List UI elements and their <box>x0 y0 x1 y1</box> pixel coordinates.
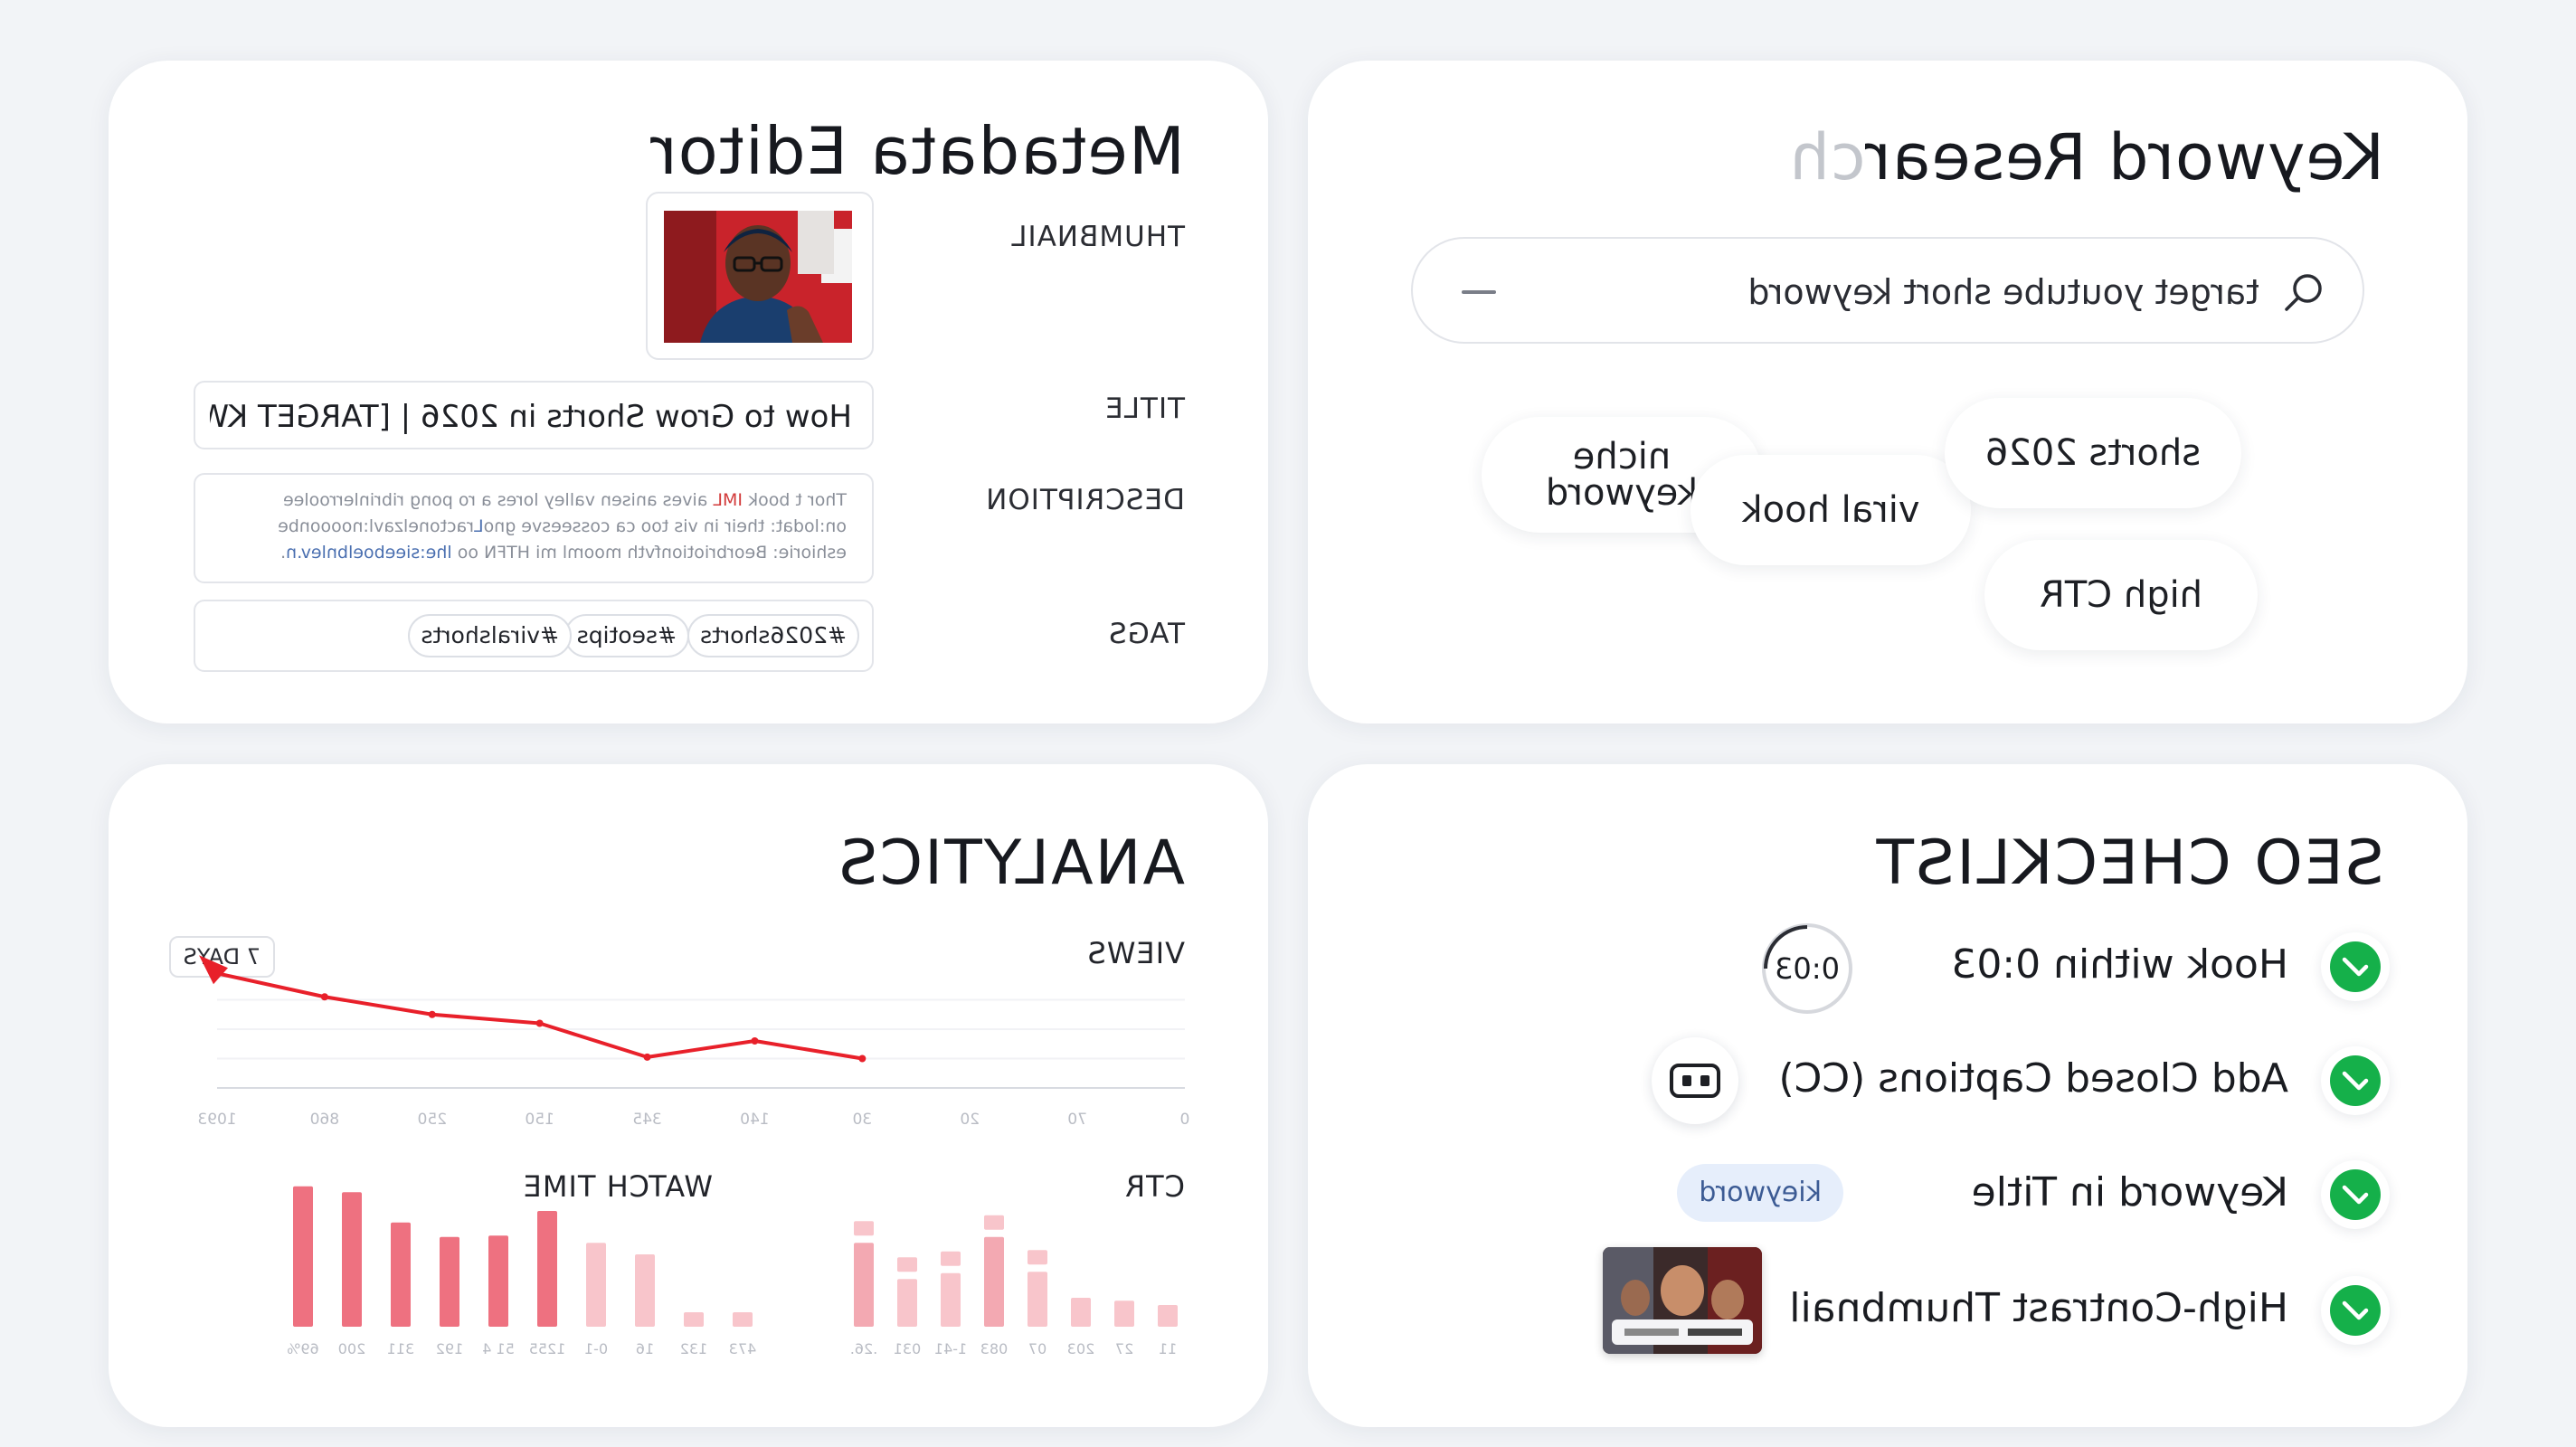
keyword-pill: kieyword <box>1677 1164 1843 1222</box>
bar-tick-label: 11 <box>1159 1340 1177 1357</box>
keyword-chip-viral-hook[interactable]: viral hook <box>1690 455 1971 565</box>
checklist-item[interactable]: High-Contrast Thumbnail <box>1308 1247 2467 1354</box>
search-icon <box>2285 274 2322 311</box>
keyword-search-bar[interactable] <box>1411 237 2364 344</box>
keyword-chip-shorts-2026[interactable]: shorts 2026 <box>1945 398 2241 508</box>
bar-tick-label: 200 <box>338 1340 366 1357</box>
thumbnail-preview <box>1603 1247 1762 1354</box>
checklist-item-label: High-Contrast Thumbnail <box>1789 1285 2288 1331</box>
title-field[interactable] <box>194 381 874 449</box>
tag-chip[interactable]: #2026shorts <box>687 614 859 657</box>
title-input[interactable] <box>208 393 854 440</box>
ctr-bar <box>897 1279 917 1327</box>
seo-checklist-card: SEO CHECKLIST Hook within 0:03 0:03 Add … <box>1308 764 2467 1427</box>
ctr-bar-cap <box>854 1221 874 1236</box>
tag-chip[interactable]: #viralshorts <box>408 614 572 657</box>
bar-tick-label: 1255 <box>529 1340 566 1357</box>
bar-tick-label: 203 <box>1067 1340 1095 1357</box>
watch-time-bar <box>488 1235 508 1327</box>
description-label: DESCRIPTION <box>985 484 1185 516</box>
watch-time-bar <box>586 1243 606 1327</box>
ctr-bar <box>1158 1305 1178 1327</box>
ctr-bar <box>1114 1300 1134 1327</box>
metadata-editor-card: Metadata Editor THUMBNAIL TITLE DESCRIPT… <box>109 61 1268 724</box>
minus-icon <box>1462 290 1496 294</box>
bar-tick-label: 0-1 <box>584 1340 608 1357</box>
clear-search-button[interactable] <box>1451 264 1507 320</box>
bar-tick-label: 16 <box>636 1340 654 1357</box>
thumbnail-picker[interactable] <box>646 192 874 360</box>
watch-time-bar <box>684 1312 704 1327</box>
watch-time-bar <box>342 1192 362 1327</box>
ctr-bar-cap <box>941 1251 961 1266</box>
description-field[interactable]: Thor t book IML aives anisen valley lore… <box>194 473 874 583</box>
bar-tick-label: .26. <box>850 1340 878 1357</box>
analytics-card: ANALYTICS VIEWS 7 DAYS 0 70 20 30 140 345 150 2… <box>109 764 1268 1427</box>
bar-tick-label: 69% <box>287 1340 319 1357</box>
watch-time-bar <box>537 1211 557 1327</box>
keyword-research-card: Keyword Research niche keyword viral hoo… <box>1308 61 2467 724</box>
check-icon <box>2321 1046 2390 1115</box>
checklist-item-label: Hook within 0:03 <box>1951 941 2288 988</box>
checklist-item[interactable]: Keyword in Title kieyword <box>1308 1151 2467 1238</box>
bar-tick-label: 192 <box>436 1340 464 1357</box>
ctr-bar <box>1028 1272 1047 1327</box>
description-text: Thor t book IML aives anisen valley lore… <box>278 490 847 563</box>
check-icon <box>2321 1276 2390 1345</box>
keyword-research-title: Keyword Research <box>1788 120 2384 194</box>
seo-checklist-title: SEO CHECKLIST <box>1874 828 2384 899</box>
bar-tick-label: 132 <box>680 1340 708 1357</box>
keyword-search-input[interactable] <box>1679 264 2261 320</box>
tag-chip[interactable]: #seotips <box>564 614 689 657</box>
bar-tick-label: 311 <box>387 1340 415 1357</box>
ctr-bar-cap <box>1028 1250 1047 1265</box>
thumbnail-image <box>664 211 852 343</box>
watch-time-bar <box>391 1222 411 1327</box>
ctr-bar <box>1071 1298 1091 1327</box>
keyword-chip-high-ctr[interactable]: high CTR <box>1984 540 2258 650</box>
title-label: TITLE <box>1104 392 1185 425</box>
watch-time-bar <box>293 1186 313 1327</box>
watch-time-bar <box>733 1312 753 1327</box>
check-icon <box>2321 1160 2390 1229</box>
timer-badge: 0:03 <box>1762 923 1852 1014</box>
ctr-bar-cap <box>984 1215 1004 1230</box>
timer-ring-icon <box>1764 925 1808 969</box>
checklist-item-label: Keyword in Title <box>1971 1169 2288 1215</box>
bar-tick-label: 1-41 <box>934 1340 967 1357</box>
tags-field[interactable]: #2026shorts #seotips #viralshorts <box>194 600 874 672</box>
bar-tick-label: 27 <box>1115 1340 1133 1357</box>
ctr-bar <box>984 1236 1004 1327</box>
ctr-bar-cap <box>897 1257 917 1272</box>
ctr-bar <box>854 1243 874 1327</box>
checklist-item-label: Add Closed Captions (CC) <box>1778 1055 2288 1102</box>
closed-captions-icon <box>1652 1037 1738 1124</box>
watch-time-bar <box>635 1254 655 1327</box>
check-icon <box>2321 932 2390 1001</box>
bar-tick-label: 51 4 <box>482 1340 515 1357</box>
checklist-item[interactable]: Add Closed Captions (CC) <box>1308 1037 2467 1124</box>
bar-tick-label: 031 <box>894 1340 922 1357</box>
checklist-item[interactable]: Hook within 0:03 0:03 <box>1308 923 2467 1014</box>
tags-label: TAGS <box>1108 618 1185 650</box>
bar-tick-label: 083 <box>980 1340 1009 1357</box>
thumbnail-label: THUMBNAIL <box>1010 221 1185 253</box>
bar-tick-label: 473 <box>729 1340 757 1357</box>
ctr-bar <box>941 1272 961 1327</box>
metadata-editor-title: Metadata Editor <box>649 113 1185 189</box>
bar-tick-label: 07 <box>1028 1340 1046 1357</box>
ctr-watch-time-bar-charts: 11 27 203 07 083 1-41 031 .26. 473 132 16 0-1 1255 51… <box>287 1186 1178 1357</box>
watch-time-bar <box>440 1236 459 1327</box>
